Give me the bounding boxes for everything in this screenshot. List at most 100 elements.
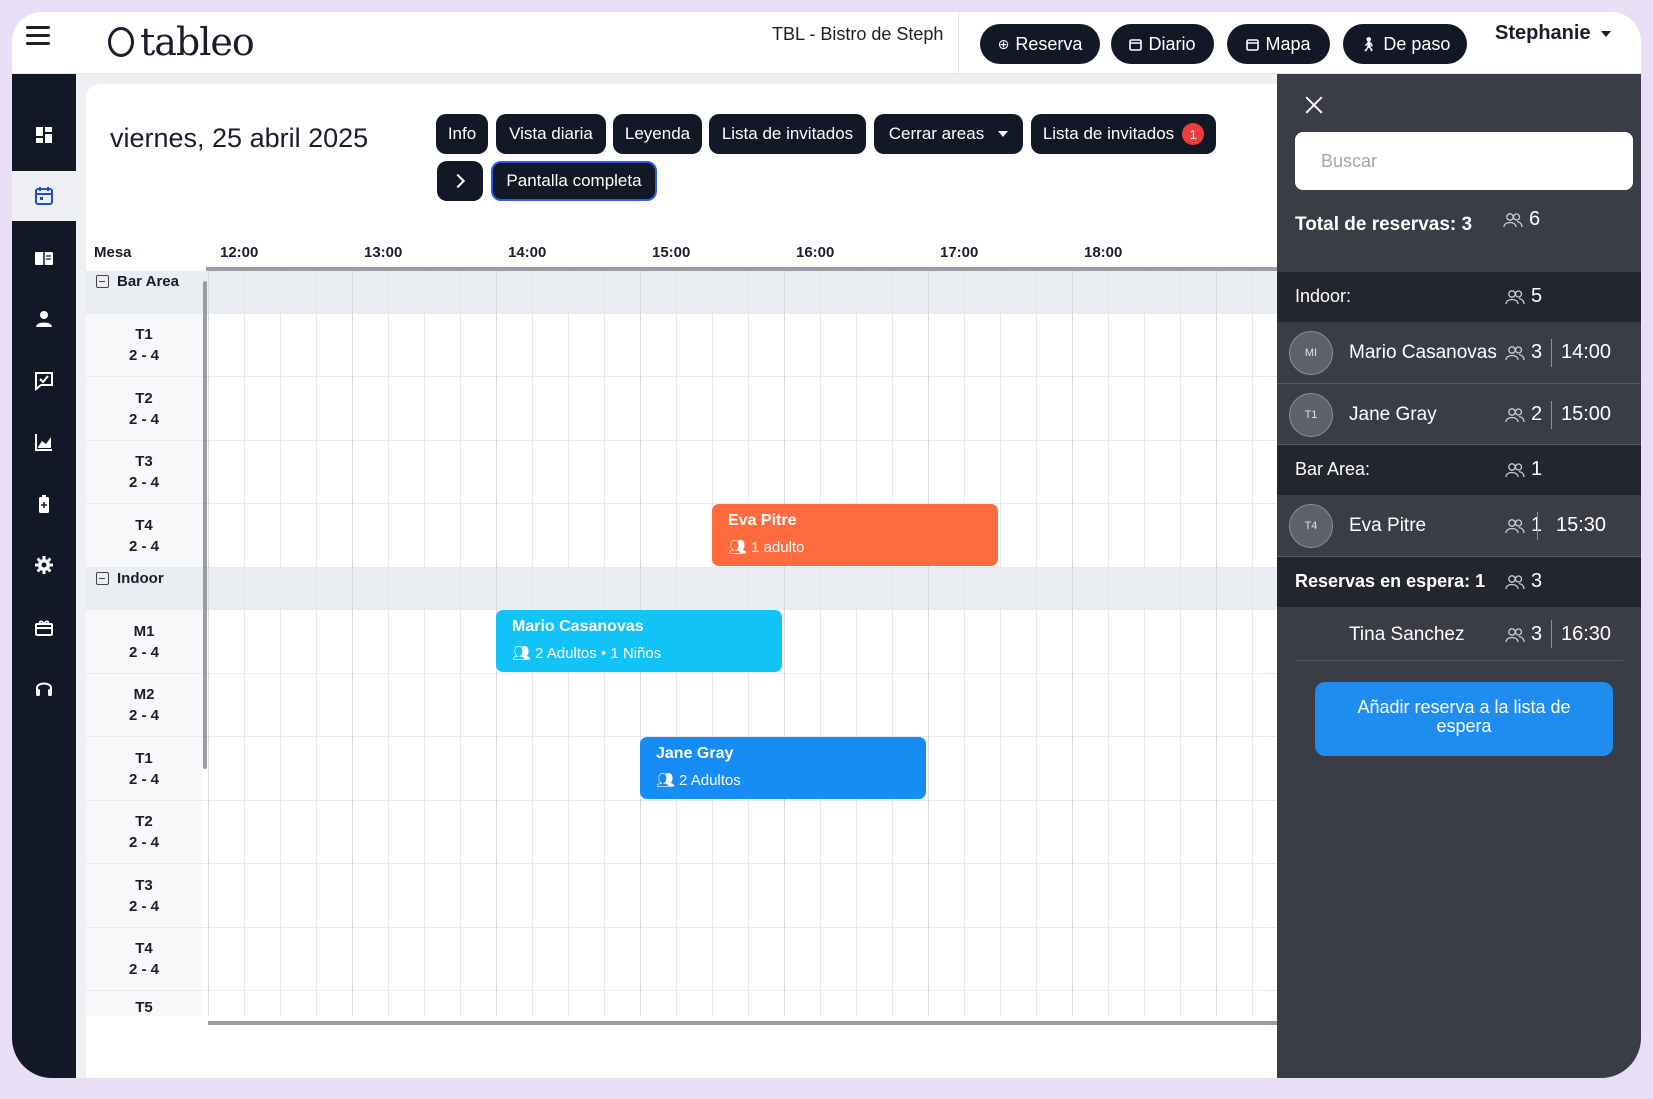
table-name: T1: [135, 326, 153, 343]
guest-people-count: 3: [1531, 623, 1543, 645]
reservation-row[interactable]: MI Mario Casanovas 3 14:00: [1277, 322, 1641, 384]
grid-line: [928, 271, 929, 1016]
table-capacity: 2 - 4: [128, 410, 159, 428]
daily-button[interactable]: Diario: [1111, 24, 1214, 64]
map-button[interactable]: Mapa: [1227, 24, 1330, 64]
table-label: T3 2 - 4: [86, 864, 202, 927]
people-icon: [1505, 518, 1525, 533]
table-capacity: 2 - 4: [128, 961, 159, 978]
total-people: 6: [1503, 208, 1540, 231]
grid-line: [316, 271, 317, 1016]
reservation-row[interactable]: T4 Eva Pitre 1 15:30: [1277, 495, 1641, 557]
booking-card[interactable]: Jane Gray 👥︎ 2 Adultos: [640, 737, 926, 799]
dashboard-icon[interactable]: [12, 110, 76, 160]
people-icon: [1505, 289, 1525, 304]
vertical-scrollbar[interactable]: [203, 281, 207, 769]
book-icon[interactable]: [12, 233, 76, 283]
people-icon: [1505, 627, 1525, 642]
user-icon[interactable]: [12, 294, 76, 344]
close-areas-dropdown[interactable]: Cerrar areas: [874, 114, 1023, 154]
fullscreen-button[interactable]: Pantalla completa: [491, 161, 657, 201]
users-icon: 👥︎: [512, 645, 532, 662]
table-label: M1 2 - 4: [86, 610, 202, 673]
divider: [1551, 401, 1552, 429]
grid-line: [1216, 271, 1217, 1016]
search-input[interactable]: [1295, 132, 1633, 190]
table-name: T1: [135, 749, 153, 767]
next-button[interactable]: [437, 161, 483, 201]
feedback-icon[interactable]: [12, 356, 76, 406]
collapse-icon[interactable]: [96, 275, 109, 288]
info-button[interactable]: Info: [436, 114, 488, 154]
booking-name: Mario Casanovas: [512, 618, 644, 635]
booking-detail-text: 2 Adultos: [679, 771, 741, 789]
table-label: T2 2 - 4: [86, 801, 202, 863]
grid-line: [1072, 271, 1073, 1016]
table-capacity: 2 - 4: [128, 897, 159, 915]
calendar-icon: [1129, 38, 1143, 51]
hour-label: 12:00: [220, 244, 259, 261]
avatar: MI: [1289, 331, 1333, 375]
booking-card[interactable]: Eva Pitre 👥︎ 1 adulto: [712, 504, 998, 566]
table-name: M2: [133, 686, 155, 703]
add-waitlist-button[interactable]: Añadir reserva a la lista de espera: [1315, 682, 1613, 756]
walk-in-button[interactable]: 🚶︎ De paso: [1343, 24, 1467, 64]
people-icon: [1505, 574, 1525, 589]
new-reservation-button[interactable]: ⊕ Reserva: [980, 24, 1100, 64]
gift-icon[interactable]: [12, 602, 76, 652]
page-date: viernes, 25 abril 2025: [110, 123, 369, 153]
group-people: 1: [1505, 458, 1542, 481]
reservation-time: 14:00: [1561, 341, 1612, 363]
group-header: Bar Area: 1: [1277, 445, 1641, 495]
grid-line: [208, 271, 209, 1016]
horizontal-scrollbar[interactable]: [208, 1021, 1289, 1025]
collapse-icon[interactable]: [96, 572, 109, 585]
chart-icon[interactable]: [12, 417, 76, 467]
hour-label: 14:00: [508, 244, 547, 261]
avatar: T4: [1289, 504, 1333, 548]
reservation-time: 15:30: [1556, 514, 1607, 536]
app-logo[interactable]: tableo: [108, 20, 255, 64]
app-screen: tableo TBL - Bistro de Steph ⊕ Reserva D…: [12, 12, 1641, 1078]
close-icon[interactable]: [1303, 94, 1325, 116]
main-area: viernes, 25 abril 2025 Info Vista diaria…: [76, 74, 1289, 1078]
table-name: T4: [135, 940, 153, 957]
total-people-count: 6: [1529, 208, 1541, 230]
grid-line: [1180, 271, 1181, 1016]
people-icon: [1505, 462, 1525, 477]
legend-button[interactable]: Leyenda: [613, 114, 702, 154]
group-people-count: 1: [1531, 458, 1543, 480]
guest-name: Mario Casanovas: [1349, 342, 1497, 363]
chevron-right-icon: [450, 173, 466, 189]
booking-card[interactable]: Mario Casanovas 👥︎ 2 Adultos • 1 Niños: [496, 610, 782, 672]
headset-icon[interactable]: [12, 663, 76, 713]
topbar-divider: [958, 12, 959, 74]
gear-icon[interactable]: [12, 540, 76, 590]
booking-detail-text: 2 Adultos • 1 Niños: [535, 644, 662, 662]
grid-line: [424, 271, 425, 1016]
reservation-row[interactable]: T1 Jane Gray 2 15:00: [1277, 384, 1641, 445]
menu-icon[interactable]: [26, 26, 50, 46]
caret-down-icon: [1600, 30, 1611, 37]
logo-text: tableo: [140, 20, 255, 64]
grid-line: [1036, 271, 1037, 1016]
guest-list-label: Lista de invitados: [1042, 124, 1175, 143]
daily-view-button[interactable]: Vista diaria: [496, 114, 606, 154]
battery-icon[interactable]: [12, 479, 76, 529]
table-label: T5: [86, 991, 202, 1016]
booking-detail: 👥︎ 2 Adultos: [656, 771, 910, 790]
timeline-card: viernes, 25 abril 2025 Info Vista diaria…: [86, 84, 1289, 1078]
guest-list-button[interactable]: Lista de invitados: [709, 114, 866, 154]
grid-line: [892, 271, 893, 1016]
total-reservations: Total de reservas: 3: [1295, 214, 1473, 235]
mapa-label: Mapa: [1265, 33, 1311, 54]
grid-line: [388, 271, 389, 1016]
calendar-icon[interactable]: [12, 171, 76, 221]
grid-line: [352, 271, 353, 1016]
divider: [1537, 512, 1538, 540]
waitlist-row[interactable]: Tina Sanchez 3 16:30: [1295, 607, 1623, 661]
grid-line: [964, 271, 965, 1016]
guest-name: Eva Pitre: [1349, 515, 1427, 536]
guest-list-button-2[interactable]: Lista de invitados 1: [1031, 114, 1216, 154]
user-menu[interactable]: Stephanie: [1495, 22, 1611, 45]
